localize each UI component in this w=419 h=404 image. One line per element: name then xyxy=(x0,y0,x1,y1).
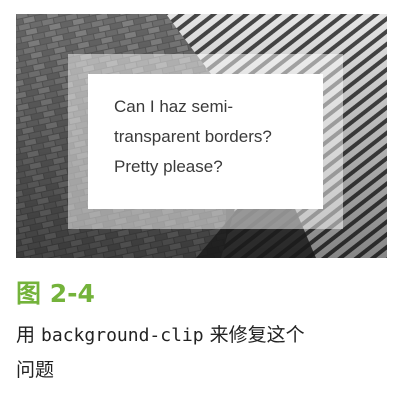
figure-label: 图 2-4 xyxy=(16,279,95,308)
caption-line-2: 问题 xyxy=(16,359,55,381)
figure-caption: 用 background-clip 来修复这个 问题 xyxy=(16,318,406,388)
semi-transparent-border-box: Can I haz semi- transparent borders? Pre… xyxy=(68,54,343,229)
caption-line-1: 用 background-clip 来修复这个 xyxy=(16,318,406,353)
code-term: background-clip xyxy=(41,325,204,346)
demo-text: Can I haz semi- transparent borders? Pre… xyxy=(114,92,313,182)
demo-line-3: Pretty please? xyxy=(114,157,223,176)
figure-photo: Can I haz semi- transparent borders? Pre… xyxy=(16,14,387,258)
demo-line-1: Can I haz semi- xyxy=(114,97,234,116)
caption-prefix: 用 xyxy=(16,324,42,346)
demo-line-2: transparent borders? xyxy=(114,127,272,146)
caption-suffix: 来修复这个 xyxy=(203,324,305,346)
